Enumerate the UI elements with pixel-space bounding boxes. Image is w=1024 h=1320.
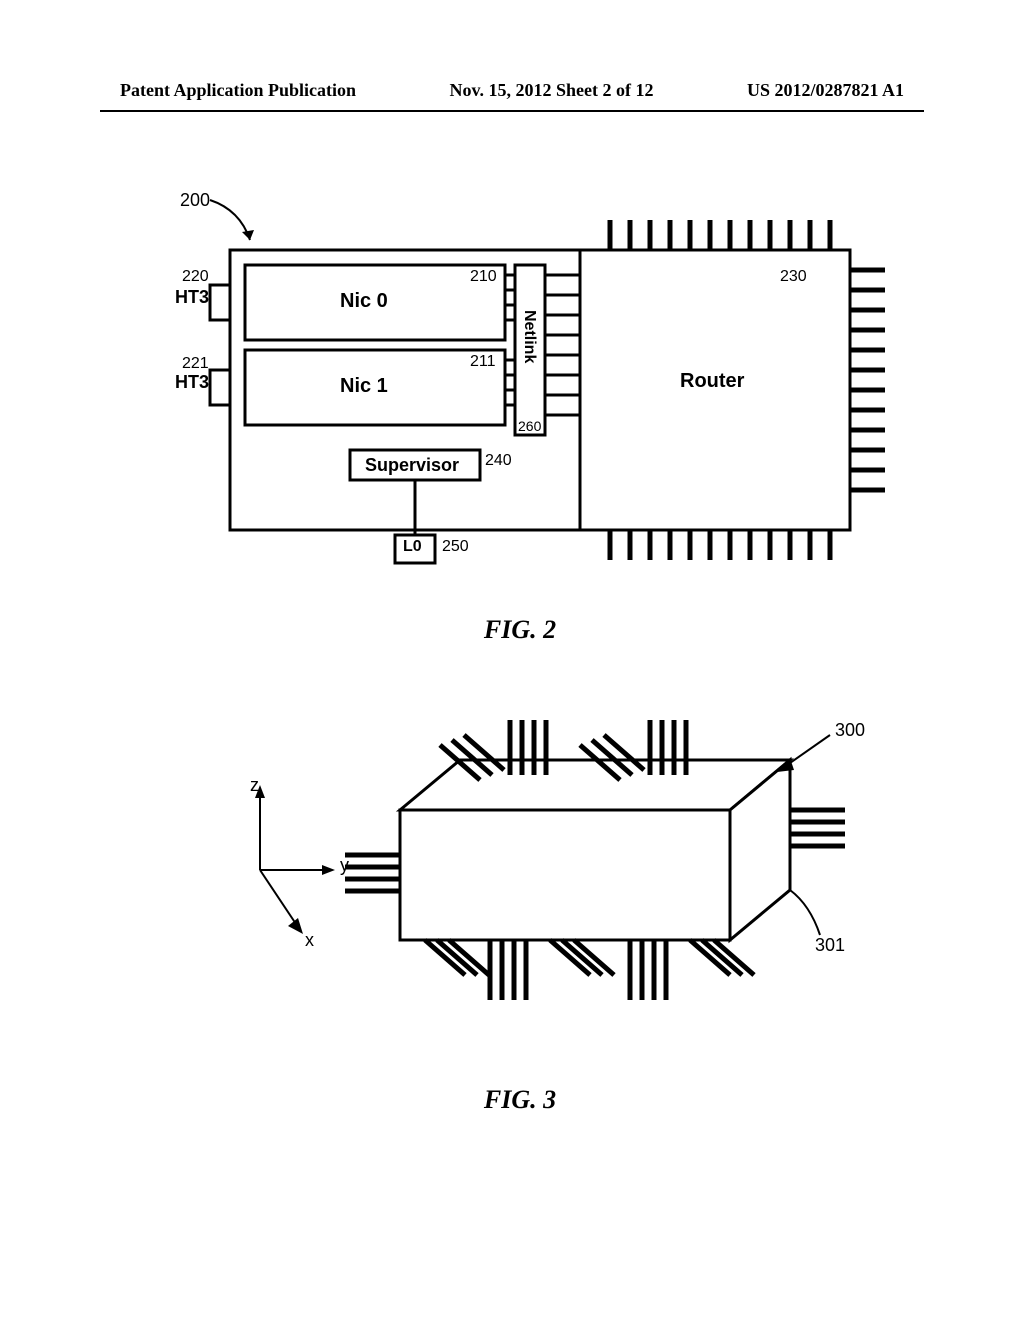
fig2-svg bbox=[150, 190, 890, 590]
ht3-bottom-label: HT3 bbox=[175, 372, 209, 393]
ref-301: 301 bbox=[815, 935, 845, 956]
ht3-top-label: HT3 bbox=[175, 287, 209, 308]
figure-2: 200 210 211 220 221 230 240 250 260 Nic … bbox=[150, 190, 890, 645]
ref-220: 220 bbox=[182, 268, 209, 286]
axis-y: y bbox=[340, 855, 349, 876]
axis-x: x bbox=[305, 930, 314, 951]
supervisor-label: Supervisor bbox=[365, 455, 459, 476]
lo-label: L0 bbox=[403, 538, 422, 556]
header-center: Nov. 15, 2012 Sheet 2 of 12 bbox=[450, 80, 654, 101]
ref-300: 300 bbox=[835, 720, 865, 741]
axis-z: z bbox=[250, 775, 259, 796]
fig3-svg bbox=[150, 680, 890, 1060]
header-right: US 2012/0287821 A1 bbox=[747, 80, 904, 101]
ref-221: 221 bbox=[182, 355, 209, 373]
ref-200: 200 bbox=[180, 190, 210, 211]
fig3-caption: FIG. 3 bbox=[150, 1085, 890, 1115]
ref-211: 211 bbox=[470, 353, 496, 371]
ref-230: 230 bbox=[780, 268, 807, 286]
ref-260: 260 bbox=[518, 418, 541, 434]
ref-240: 240 bbox=[485, 452, 512, 470]
ref-210: 210 bbox=[470, 268, 497, 286]
nic1-label: Nic 1 bbox=[340, 375, 388, 398]
nic0-label: Nic 0 bbox=[340, 290, 388, 313]
header-left: Patent Application Publication bbox=[120, 80, 356, 101]
netlink-label: Netlink bbox=[520, 310, 538, 363]
header-rule bbox=[100, 110, 924, 112]
figure-3: 300 301 z y x FIG. 3 bbox=[150, 680, 890, 1115]
router-label: Router bbox=[680, 370, 744, 393]
ref-250: 250 bbox=[442, 538, 469, 556]
fig2-caption: FIG. 2 bbox=[150, 615, 890, 645]
page-header: Patent Application Publication Nov. 15, … bbox=[0, 80, 1024, 101]
